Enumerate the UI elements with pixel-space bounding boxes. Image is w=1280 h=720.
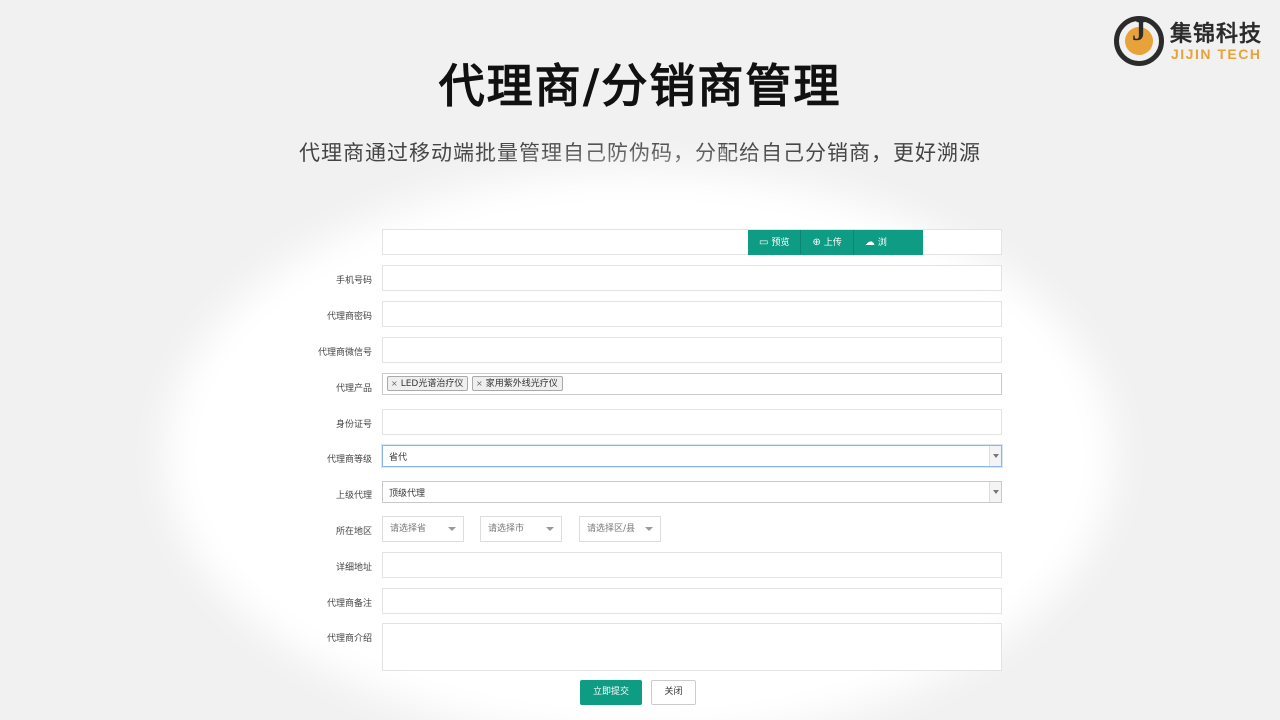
chevron-down-icon[interactable] xyxy=(989,446,1001,466)
products-multiselect[interactable]: × LED光谱治疗仪 × 家用紫外线光疗仪 xyxy=(382,373,1002,395)
parent-select[interactable]: 顶级代理 xyxy=(382,481,1002,503)
level-value: 省代 xyxy=(389,453,408,463)
id-number-field[interactable] xyxy=(382,409,1002,435)
remove-icon[interactable]: × xyxy=(476,379,483,388)
cloud-upload-icon: ☁ xyxy=(864,237,875,248)
chevron-down-icon[interactable] xyxy=(989,482,1001,502)
district-select[interactable]: 请选择区/县 xyxy=(579,516,661,542)
phone-label: 手机号码 xyxy=(335,276,372,286)
submit-button[interactable]: 立即提交 xyxy=(580,680,642,705)
id-number-label: 身份证号 xyxy=(335,420,372,430)
region-label: 所在地区 xyxy=(335,527,372,537)
intro-label: 代理商介绍 xyxy=(326,634,372,644)
remove-icon[interactable]: × xyxy=(391,379,398,388)
level-select[interactable]: 省代 xyxy=(382,445,1002,467)
remark-label: 代理商备注 xyxy=(326,599,372,609)
parent-value: 顶级代理 xyxy=(389,489,426,499)
city-select[interactable]: 请选择市 xyxy=(480,516,562,542)
intro-textarea[interactable] xyxy=(382,623,1002,671)
agent-form: ▭ 预览 ⊕ 上传 ☁ 浏 手机号码 代理商密码 代理商微信号 代理产品 × LED光谱… xyxy=(0,0,1280,720)
wechat-field[interactable] xyxy=(382,337,1002,363)
upload-button[interactable]: ⊕ 上传 xyxy=(801,230,854,255)
preview-button[interactable]: ▭ 预览 xyxy=(748,230,802,255)
wechat-label: 代理商微信号 xyxy=(317,348,372,358)
product-tag[interactable]: × 家用紫外线光疗仪 xyxy=(472,376,563,391)
address-label: 详细地址 xyxy=(335,563,372,573)
close-button[interactable]: 关闭 xyxy=(651,680,696,705)
level-label: 代理商等级 xyxy=(326,455,372,465)
products-label: 代理产品 xyxy=(335,384,372,394)
remark-field[interactable] xyxy=(382,588,1002,614)
parent-label: 上级代理 xyxy=(335,491,372,501)
phone-field[interactable] xyxy=(382,265,1002,291)
plus-circle-icon: ⊕ xyxy=(812,237,821,248)
province-select[interactable]: 请选择省 xyxy=(382,516,464,542)
image-icon: ▭ xyxy=(759,237,769,248)
address-field[interactable] xyxy=(382,552,1002,578)
image-toolbar: ▭ 预览 ⊕ 上传 ☁ 浏 xyxy=(748,230,923,255)
password-field[interactable] xyxy=(382,301,1002,327)
browse-button[interactable]: ☁ 浏 xyxy=(854,230,898,255)
password-label: 代理商密码 xyxy=(326,312,372,322)
product-tag[interactable]: × LED光谱治疗仪 xyxy=(387,376,469,391)
logo-letter: J xyxy=(1132,16,1146,47)
